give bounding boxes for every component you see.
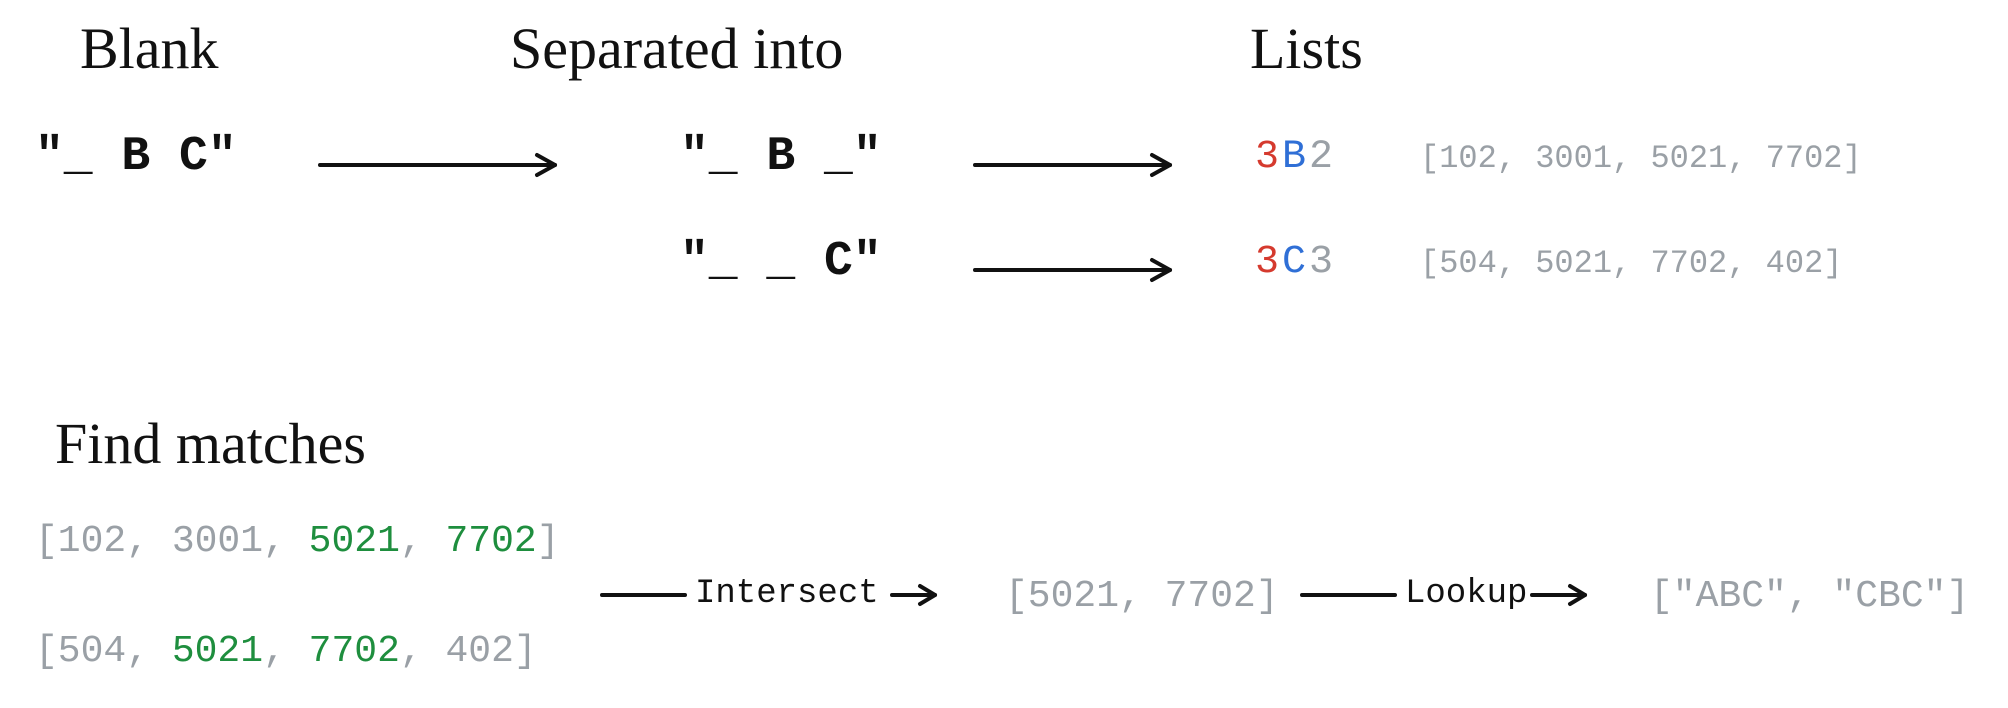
code-row2-letter: C <box>1282 240 1309 285</box>
op-lookup-label: Lookup <box>1405 575 1527 613</box>
match-list-a: [102, 3001, 5021, 7702] <box>35 520 560 563</box>
heading-lists: Lists <box>1250 15 1363 82</box>
op-intersect-label: Intersect <box>695 575 879 613</box>
arrow-icon <box>1530 580 1600 610</box>
arrow-icon <box>315 145 575 185</box>
diagram-stage: Blank Separated into Lists "_ B C" "_ B … <box>0 0 2008 708</box>
arrow-icon <box>1300 580 1400 610</box>
code-row1-num1: 3 <box>1255 135 1282 180</box>
list-row2: [504, 5021, 7702, 402] <box>1420 245 1842 282</box>
match-list-a-seg5: ] <box>537 520 560 563</box>
arrow-icon <box>970 250 1190 290</box>
match-list-a-seg3: , <box>400 520 446 563</box>
code-row1: 3B2 <box>1255 135 1336 180</box>
code-row2-num1: 3 <box>1255 240 1282 285</box>
match-list-b-val-5021: 5021 <box>172 630 263 673</box>
heading-separated: Separated into <box>510 15 843 82</box>
separated-row1: "_ B _" <box>680 130 882 184</box>
match-list-a-seg1: 3001, <box>172 520 309 563</box>
match-list-b-seg4: , 402] <box>400 630 537 673</box>
match-list-b-seg2: , <box>263 630 309 673</box>
separated-row1-text: "_ B _" <box>680 130 882 184</box>
intersect-result: [5021, 7702] <box>1005 575 1279 618</box>
arrow-icon <box>970 145 1190 185</box>
match-list-a-seg0: [102, <box>35 520 172 563</box>
match-list-b-val-7702: 7702 <box>309 630 400 673</box>
blank-input-text: "_ B C" <box>35 130 237 184</box>
match-list-a-val-7702: 7702 <box>445 520 536 563</box>
lookup-result: ["ABC", "CBC"] <box>1650 575 1969 618</box>
list-row1: [102, 3001, 5021, 7702] <box>1420 140 1862 177</box>
separated-row2-text: "_ _ C" <box>680 235 882 289</box>
arrow-icon <box>600 580 690 610</box>
code-row2: 3C3 <box>1255 240 1336 285</box>
heading-blank: Blank <box>80 15 219 82</box>
match-list-b: [504, 5021, 7702, 402] <box>35 630 537 673</box>
blank-input: "_ B C" <box>35 130 237 184</box>
arrow-icon <box>890 580 950 610</box>
code-row1-letter: B <box>1282 135 1309 180</box>
code-row1-num2: 2 <box>1309 135 1336 180</box>
heading-find-matches: Find matches <box>55 410 366 477</box>
code-row2-num2: 3 <box>1309 240 1336 285</box>
match-list-b-seg0: [504, <box>35 630 172 673</box>
match-list-a-val-5021: 5021 <box>309 520 400 563</box>
separated-row2: "_ _ C" <box>680 235 882 289</box>
